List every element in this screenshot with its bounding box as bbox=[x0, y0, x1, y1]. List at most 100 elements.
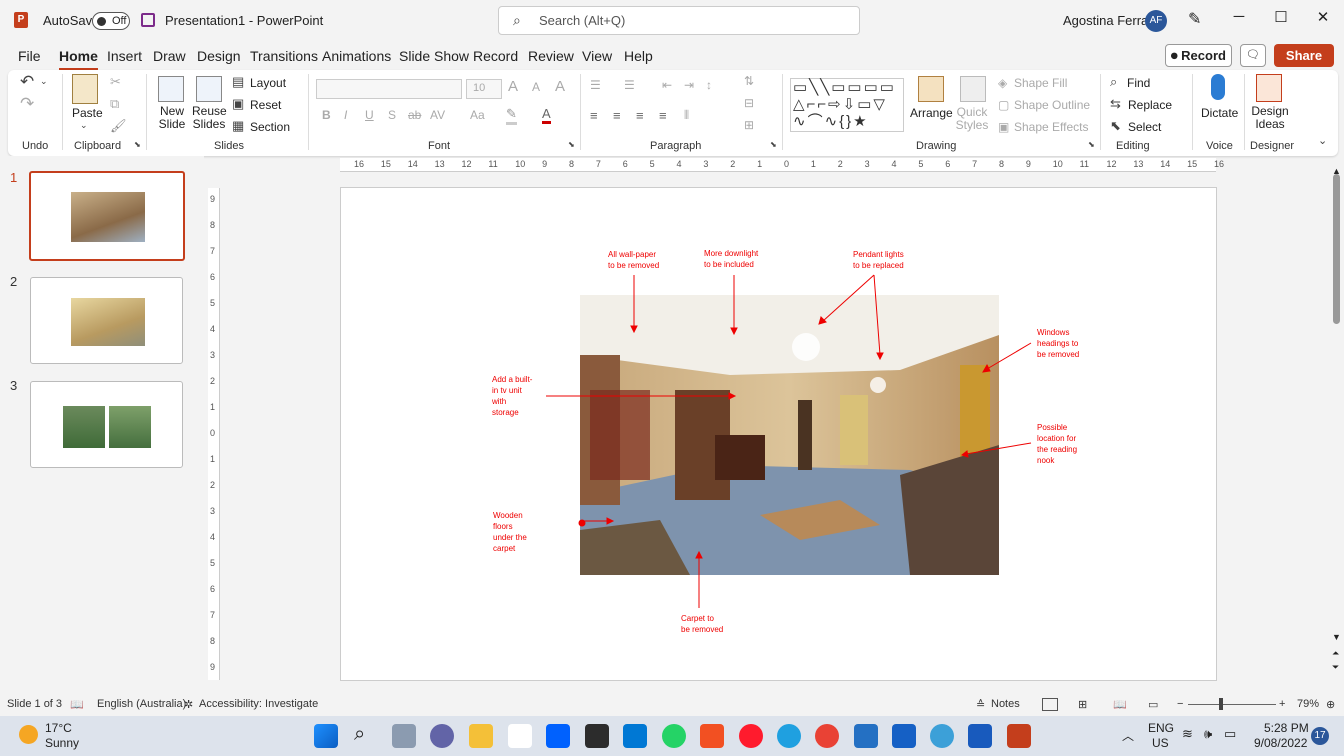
bullets-icon[interactable]: ☰ bbox=[590, 78, 601, 92]
minimize-button[interactable]: ─ bbox=[1224, 8, 1254, 25]
save-icon[interactable] bbox=[141, 13, 155, 27]
slide-thumbnail-1[interactable] bbox=[29, 171, 185, 261]
weather-temp[interactable]: 17°C bbox=[45, 721, 72, 735]
reuse-slides-icon[interactable] bbox=[196, 76, 222, 102]
shape-effects-icon[interactable]: ▣ bbox=[998, 120, 1009, 134]
app-icon[interactable] bbox=[892, 724, 916, 748]
tab-transitions[interactable]: Transitions bbox=[250, 48, 318, 64]
dictate-button[interactable]: Dictate bbox=[1201, 106, 1238, 120]
slide-thumbnail-3[interactable] bbox=[30, 381, 183, 468]
annotation-pendant-lights[interactable]: Pendant lights to be replaced bbox=[853, 249, 904, 271]
powerpoint-icon[interactable] bbox=[1007, 724, 1031, 748]
italic-icon[interactable]: I bbox=[344, 108, 347, 122]
collapse-ribbon-icon[interactable]: ⌄ bbox=[1318, 134, 1327, 147]
weather-desc[interactable]: Sunny bbox=[45, 736, 79, 750]
increase-indent-icon[interactable]: ⇥ bbox=[684, 78, 694, 92]
next-slide-icon[interactable]: ⏷ bbox=[1332, 662, 1339, 673]
reading-view-icon[interactable]: 📖 bbox=[1113, 698, 1127, 711]
chat-icon[interactable] bbox=[430, 724, 454, 748]
scroll-thumb[interactable] bbox=[1333, 174, 1340, 324]
annotation-reading-nook[interactable]: Possible location for the reading nook bbox=[1037, 422, 1077, 466]
file-explorer-icon[interactable] bbox=[469, 724, 493, 748]
app-icon[interactable] bbox=[930, 724, 954, 748]
font-name-combo[interactable] bbox=[316, 79, 462, 99]
numbering-icon[interactable]: ☰ bbox=[624, 78, 635, 92]
annotation-windows[interactable]: Windows headings to be removed bbox=[1037, 327, 1079, 360]
notes-button[interactable]: Notes bbox=[991, 698, 1020, 710]
clock-date[interactable]: 9/08/2022 bbox=[1254, 736, 1307, 750]
font-color-icon[interactable]: A bbox=[542, 106, 551, 124]
decrease-font-icon[interactable]: A bbox=[532, 80, 540, 94]
strikethrough-icon[interactable]: ab bbox=[408, 108, 421, 122]
tab-insert[interactable]: Insert bbox=[107, 48, 142, 64]
columns-icon[interactable]: ⫴ bbox=[684, 108, 689, 123]
dialog-launcher-icon[interactable]: ⬊ bbox=[770, 140, 777, 149]
new-slide-button[interactable]: New Slide bbox=[154, 105, 190, 131]
zoom-out-icon[interactable]: − bbox=[1177, 698, 1183, 710]
chevron-down-icon[interactable]: ⌄ bbox=[40, 76, 48, 87]
smartart-icon[interactable]: ⊞ bbox=[744, 118, 754, 132]
user-name[interactable]: Agostina Ferrari bbox=[1063, 13, 1155, 28]
shapes-row[interactable]: △⌐⌐⇨⇩▭▽ bbox=[793, 96, 903, 113]
chevron-down-icon[interactable]: ⌄ bbox=[80, 120, 88, 131]
shadow-icon[interactable]: S bbox=[388, 108, 396, 122]
avatar[interactable]: AF bbox=[1145, 10, 1167, 32]
slideshow-icon[interactable]: ▭ bbox=[1148, 698, 1158, 711]
notification-badge[interactable]: 17 bbox=[1311, 727, 1329, 745]
design-ideas-icon[interactable] bbox=[1256, 74, 1282, 102]
tab-animations[interactable]: Animations bbox=[322, 48, 391, 64]
chrome-icon[interactable] bbox=[815, 724, 839, 748]
vertical-scrollbar[interactable]: ▲ ▼ ⏶ ⏷ bbox=[1330, 158, 1344, 692]
spellcheck-icon[interactable]: 📖 bbox=[70, 698, 84, 711]
select-button[interactable]: Select bbox=[1128, 120, 1161, 134]
cut-icon[interactable]: ✂ bbox=[110, 74, 121, 90]
microphone-icon[interactable] bbox=[1211, 74, 1225, 100]
share-button[interactable]: Share bbox=[1274, 44, 1334, 67]
slide-canvas[interactable]: All wall-paper to be removed More downli… bbox=[340, 187, 1217, 681]
word-icon[interactable] bbox=[968, 724, 992, 748]
zoom-level[interactable]: 79% bbox=[1297, 698, 1319, 710]
shape-fill-icon[interactable]: ◈ bbox=[998, 76, 1007, 90]
notepad-icon[interactable] bbox=[508, 724, 532, 748]
fit-to-window-icon[interactable]: ⊕ bbox=[1326, 698, 1335, 711]
chevron-up-icon[interactable]: ︿ bbox=[1122, 727, 1134, 744]
normal-view-icon[interactable] bbox=[1042, 698, 1058, 711]
justify-icon[interactable]: ≡ bbox=[659, 108, 667, 123]
dialog-launcher-icon[interactable]: ⬊ bbox=[568, 140, 575, 149]
redo-icon[interactable]: ↷ bbox=[20, 94, 34, 114]
design-ideas-button[interactable]: Design Ideas bbox=[1250, 105, 1290, 131]
accessibility-icon[interactable]: ✲ bbox=[184, 698, 193, 711]
search-icon[interactable]: ⌕ bbox=[354, 723, 365, 746]
shape-fill-button[interactable]: Shape Fill bbox=[1014, 76, 1067, 90]
windows-start-icon[interactable] bbox=[314, 724, 338, 748]
paste-icon[interactable] bbox=[72, 74, 98, 104]
edge-icon[interactable] bbox=[777, 724, 801, 748]
app-icon[interactable] bbox=[585, 724, 609, 748]
bold-icon[interactable]: B bbox=[322, 108, 331, 122]
slide-sorter-icon[interactable]: ⊞ bbox=[1078, 698, 1087, 711]
font-size-combo[interactable]: 10 bbox=[466, 79, 502, 99]
close-button[interactable]: ✕ bbox=[1308, 8, 1338, 26]
pen-icon[interactable]: ✎ bbox=[1188, 9, 1201, 29]
highlight-icon[interactable]: ✎ bbox=[506, 106, 517, 125]
change-case-icon[interactable]: Aa bbox=[470, 108, 485, 122]
annotation-tv-unit[interactable]: Add a built- in tv unit with storage bbox=[492, 374, 532, 418]
zoom-slider[interactable] bbox=[1188, 704, 1276, 705]
task-view-icon[interactable] bbox=[392, 724, 416, 748]
paste-button[interactable]: Paste bbox=[72, 106, 103, 120]
clear-formatting-icon[interactable]: A bbox=[555, 78, 565, 95]
annotation-wallpaper[interactable]: All wall-paper to be removed bbox=[608, 249, 659, 271]
autosave-toggle[interactable]: Off bbox=[92, 12, 130, 30]
language[interactable]: English (Australia) bbox=[97, 698, 186, 710]
layout-button[interactable]: Layout bbox=[250, 76, 286, 90]
shape-outline-icon[interactable]: ▢ bbox=[998, 98, 1009, 112]
notes-icon[interactable]: ≙ bbox=[976, 698, 985, 711]
language-indicator[interactable]: ENG bbox=[1148, 721, 1174, 735]
align-text-icon[interactable]: ⊟ bbox=[744, 96, 754, 110]
quick-styles-button[interactable]: Quick Styles bbox=[952, 106, 992, 132]
dialog-launcher-icon[interactable]: ⬊ bbox=[134, 140, 141, 149]
clock-time[interactable]: 5:28 PM bbox=[1264, 721, 1309, 735]
text-direction-icon[interactable]: ⇅ bbox=[744, 74, 754, 88]
tab-draw[interactable]: Draw bbox=[153, 48, 186, 64]
dropbox-icon[interactable] bbox=[546, 724, 570, 748]
